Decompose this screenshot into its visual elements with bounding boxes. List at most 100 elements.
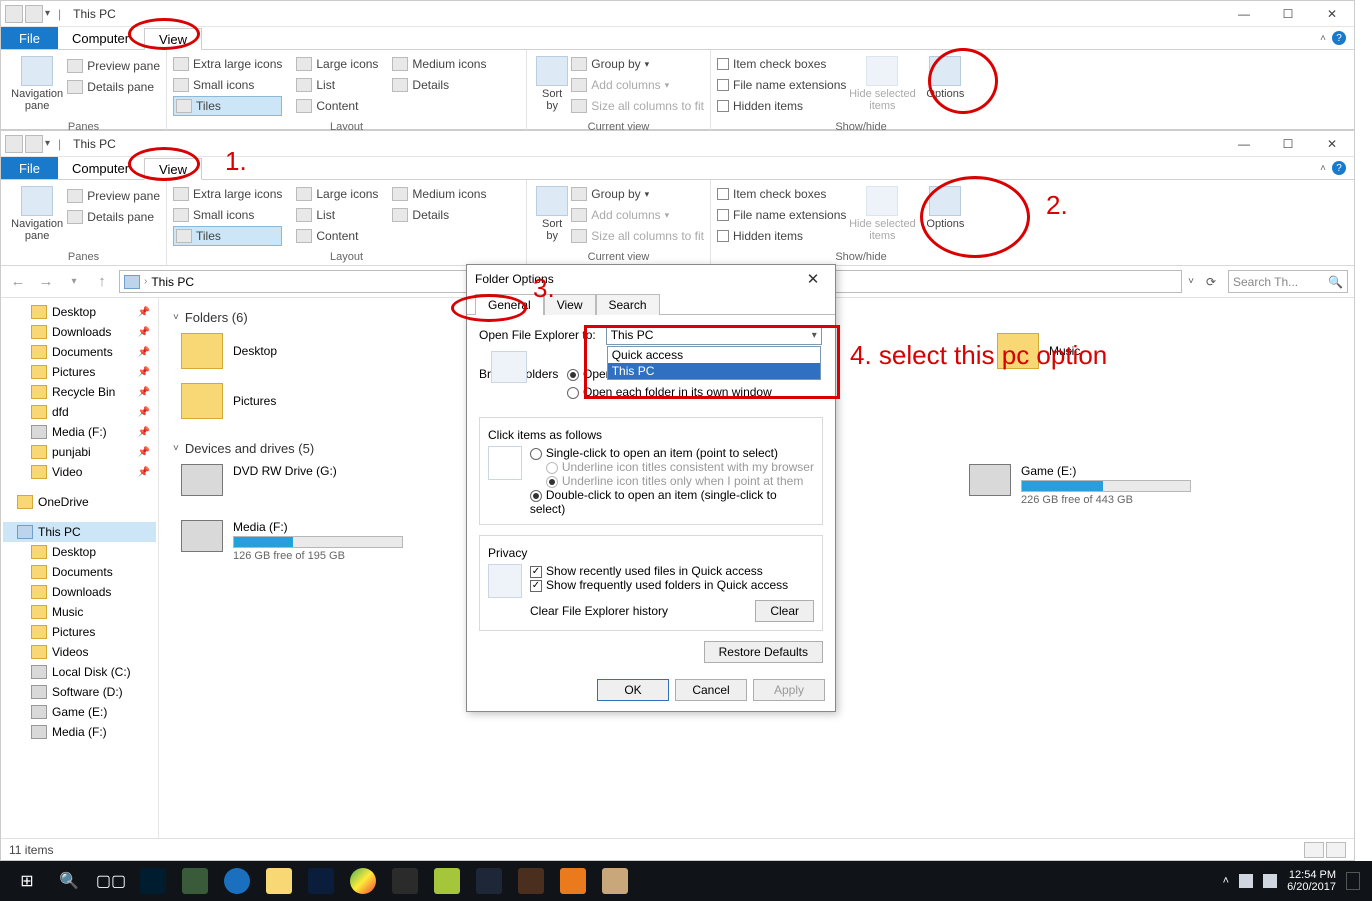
help-icon[interactable]: ? (1332, 31, 1346, 45)
navigation-pane-button[interactable]: Navigation pane (7, 52, 67, 116)
dialog-close-button[interactable]: ✕ (799, 270, 827, 288)
qat-icon[interactable] (25, 5, 43, 23)
tab-general[interactable]: General (475, 294, 544, 315)
drive-tile-dvd[interactable]: DVD RW Drive (G:) (181, 464, 427, 506)
hidden-items[interactable]: Hidden items (717, 96, 846, 116)
layout-tiles[interactable]: Tiles (173, 96, 282, 116)
taskbar-app-vlc[interactable] (552, 864, 594, 898)
options-button[interactable]: Options (918, 52, 972, 116)
minimize-button[interactable]: — (1222, 1, 1266, 27)
nav-item[interactable]: Videos (3, 642, 156, 662)
group-by[interactable]: Group by▾ (571, 54, 704, 74)
nav-item[interactable]: dfd📌 (3, 402, 156, 422)
double-click-radio[interactable]: Double-click to open an item (single-cli… (530, 488, 814, 516)
nav-item[interactable]: Media (F:) (3, 722, 156, 742)
file-name-extensions[interactable]: File name extensions (717, 205, 846, 225)
clear-button[interactable]: Clear (755, 600, 814, 622)
nav-item[interactable]: Documents (3, 562, 156, 582)
layout-details[interactable]: Details (392, 75, 486, 95)
help-icon[interactable]: ? (1332, 161, 1346, 175)
tab-file[interactable]: File (1, 157, 58, 179)
maximize-button[interactable]: ☐ (1266, 1, 1310, 27)
details-pane[interactable]: Details pane (67, 77, 160, 97)
tab-view-dlg[interactable]: View (544, 294, 596, 315)
search-button[interactable]: 🔍 (48, 864, 90, 898)
restore-defaults-button[interactable]: Restore Defaults (704, 641, 823, 663)
folder-tile-pictures[interactable]: Pictures (181, 383, 421, 419)
layout-small[interactable]: Small icons (173, 205, 282, 225)
layout-large[interactable]: Large icons (296, 54, 378, 74)
combo-dropdown-list[interactable]: Quick access This PC (607, 346, 821, 380)
combo-option-this-pc[interactable]: This PC (608, 363, 820, 379)
nav-item[interactable]: Recycle Bin📌 (3, 382, 156, 402)
tray-network-icon[interactable] (1239, 874, 1253, 888)
sort-by-button[interactable]: Sort by (533, 182, 571, 246)
hidden-items[interactable]: Hidden items (717, 226, 846, 246)
item-checkboxes[interactable]: Item check boxes (717, 184, 846, 204)
close-button[interactable]: ✕ (1310, 1, 1354, 27)
layout-content[interactable]: Content (296, 226, 378, 246)
nav-item[interactable]: Local Disk (C:) (3, 662, 156, 682)
taskbar-app-1[interactable] (174, 864, 216, 898)
recent-locations-icon[interactable]: ▾ (63, 271, 85, 293)
nav-item[interactable]: This PC (3, 522, 156, 542)
taskbar-app-3[interactable] (468, 864, 510, 898)
maximize-button[interactable]: ☐ (1266, 131, 1310, 157)
taskbar-app-edge[interactable] (216, 864, 258, 898)
layout-extra-large[interactable]: Extra large icons (173, 184, 282, 204)
cancel-button[interactable]: Cancel (675, 679, 747, 701)
nav-item[interactable]: Game (E:) (3, 702, 156, 722)
nav-item[interactable]: Media (F:)📌 (3, 422, 156, 442)
taskbar-app-4[interactable] (510, 864, 552, 898)
open-explorer-combo[interactable]: This PC Quick access This PC (606, 325, 822, 345)
collapse-ribbon-icon[interactable]: ˄ (1320, 33, 1326, 44)
qat-icon[interactable] (25, 135, 43, 153)
taskbar[interactable]: ⊞ 🔍 ▢▢ ˄ 12:54 PM 6/20/2017 (0, 861, 1372, 901)
start-button[interactable]: ⊞ (6, 864, 48, 898)
privacy-folders-check[interactable]: Show frequently used folders in Quick ac… (530, 578, 814, 592)
taskbar-app-chrome[interactable] (342, 864, 384, 898)
layout-content[interactable]: Content (296, 96, 378, 116)
nav-item[interactable]: Video📌 (3, 462, 156, 482)
item-checkboxes[interactable]: Item check boxes (717, 54, 846, 74)
up-button[interactable]: ↑ (91, 271, 113, 293)
tab-computer[interactable]: Computer (58, 157, 144, 179)
folder-tile-music[interactable]: Music (997, 333, 1237, 369)
view-large-button[interactable] (1326, 842, 1346, 858)
file-name-extensions[interactable]: File name extensions (717, 75, 846, 95)
browse-own-radio[interactable]: Open each folder in its own window (567, 385, 784, 403)
layout-extra-large[interactable]: Extra large icons (173, 54, 282, 74)
nav-item[interactable]: OneDrive (3, 492, 156, 512)
nav-item[interactable]: Desktop (3, 542, 156, 562)
tray-volume-icon[interactable] (1263, 874, 1277, 888)
taskbar-app-paint[interactable] (594, 864, 636, 898)
layout-medium[interactable]: Medium icons (392, 54, 486, 74)
folder-tile-desktop[interactable]: Desktop (181, 333, 421, 369)
tab-view[interactable]: View (144, 28, 202, 50)
taskbar-app-android[interactable] (426, 864, 468, 898)
tray-chevron-icon[interactable]: ˄ (1223, 875, 1229, 887)
combo-option-quick-access[interactable]: Quick access (608, 347, 820, 363)
nav-item[interactable]: Software (D:) (3, 682, 156, 702)
forward-button[interactable]: → (35, 271, 57, 293)
nav-item[interactable]: Downloads (3, 582, 156, 602)
refresh-button[interactable]: ⟳ (1200, 271, 1222, 293)
address-dropdown-icon[interactable]: ˅ (1188, 276, 1194, 287)
layout-list[interactable]: List (296, 205, 378, 225)
collapse-ribbon-icon[interactable]: ˄ (1320, 163, 1326, 174)
nav-item[interactable]: Downloads📌 (3, 322, 156, 342)
taskbar-app-2[interactable] (300, 864, 342, 898)
tab-computer[interactable]: Computer (58, 27, 144, 49)
details-pane[interactable]: Details pane (67, 207, 160, 227)
close-button[interactable]: ✕ (1310, 131, 1354, 157)
options-button[interactable]: Options (918, 182, 972, 246)
nav-item[interactable]: Documents📌 (3, 342, 156, 362)
layout-details[interactable]: Details (392, 205, 486, 225)
ok-button[interactable]: OK (597, 679, 669, 701)
sort-by-button[interactable]: Sort by (533, 52, 571, 116)
qat-dropdown-icon[interactable]: ▾ (45, 8, 50, 19)
layout-small[interactable]: Small icons (173, 75, 282, 95)
single-click-radio[interactable]: Single-click to open an item (point to s… (530, 446, 814, 460)
taskbar-app-ps[interactable] (132, 864, 174, 898)
qat-dropdown-icon[interactable]: ▾ (45, 138, 50, 149)
